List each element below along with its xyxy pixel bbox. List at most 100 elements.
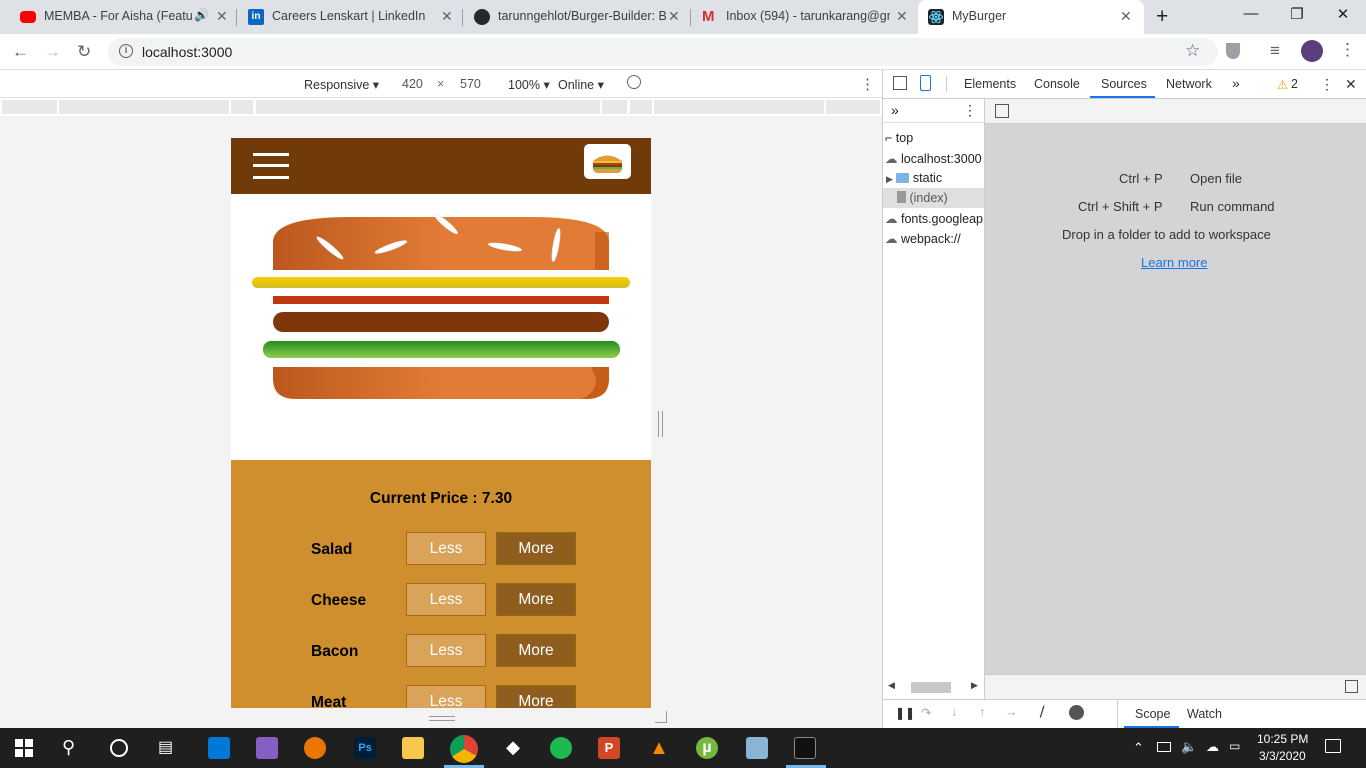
tab-console[interactable]: Console: [1034, 77, 1080, 91]
toggle-debugger-icon[interactable]: [1345, 680, 1358, 693]
close-window-button[interactable]: ✕: [1320, 5, 1366, 23]
step-icon[interactable]: →: [1005, 705, 1018, 719]
horizontal-scrollbar[interactable]: [911, 682, 951, 693]
navigator-menu-icon[interactable]: ⋮: [963, 102, 977, 119]
reload-icon[interactable]: ↻: [77, 42, 91, 62]
address-bar[interactable]: i localhost:3000: [108, 38, 1218, 66]
more-meat-button[interactable]: More: [496, 685, 576, 708]
tree-item-top[interactable]: ⌐ top: [885, 131, 913, 145]
clock-time[interactable]: 10:25 PM: [1257, 732, 1308, 746]
pause-on-exceptions-icon[interactable]: [1069, 705, 1084, 720]
notifications-icon[interactable]: [1325, 739, 1341, 753]
height-input[interactable]: 570: [460, 77, 481, 91]
tray-chevron-icon[interactable]: ⌃: [1133, 740, 1144, 756]
width-input[interactable]: 420: [402, 77, 423, 91]
back-icon[interactable]: ←: [12, 42, 29, 62]
new-tab-button[interactable]: +: [1156, 5, 1168, 29]
rotate-icon[interactable]: [627, 75, 641, 89]
battery-icon[interactable]: [1157, 742, 1171, 752]
device-options-icon[interactable]: ⋮: [860, 75, 875, 93]
tree-item-index[interactable]: (index): [883, 188, 984, 208]
app-icon[interactable]: [746, 737, 768, 759]
zoom-select[interactable]: 100% ▾: [508, 77, 550, 92]
network-icon[interactable]: ▭: [1229, 739, 1240, 753]
cortana-icon[interactable]: [110, 739, 128, 757]
tab-gmail[interactable]: M Inbox (594) - tarunkarang@gm ✕: [682, 0, 918, 34]
url-text[interactable]: localhost:3000: [142, 44, 232, 60]
tab-sources[interactable]: Sources: [1101, 77, 1147, 91]
throttle-select[interactable]: Online ▾: [558, 77, 604, 92]
menu-kebab-icon[interactable]: ⋮: [1339, 40, 1356, 60]
search-icon[interactable]: ⚲: [62, 737, 84, 759]
blender-icon[interactable]: [304, 737, 326, 759]
scroll-left-icon[interactable]: ◀: [888, 680, 895, 691]
tree-item-localhost[interactable]: ☁ localhost:3000: [885, 151, 982, 166]
media-query-bar[interactable]: [0, 98, 882, 116]
tree-item-static[interactable]: ▶ static: [886, 171, 942, 185]
task-view-icon[interactable]: ▤: [158, 737, 180, 759]
media-control-icon[interactable]: ≡: [1270, 41, 1280, 61]
devtools-close-icon[interactable]: ✕: [1345, 76, 1357, 93]
scroll-right-icon[interactable]: ▶: [971, 680, 978, 691]
less-cheese-button[interactable]: Less: [406, 583, 486, 616]
corner-resize-handle[interactable]: [655, 711, 667, 723]
device-toggle-icon[interactable]: [920, 75, 931, 91]
warning-count[interactable]: 2: [1291, 77, 1298, 91]
step-out-icon[interactable]: ↑: [979, 705, 985, 719]
unity-icon[interactable]: ◆: [502, 737, 524, 759]
deactivate-breakpoints-icon[interactable]: ⧸: [1040, 705, 1044, 720]
windows-start-icon[interactable]: [14, 738, 34, 758]
visual-studio-icon[interactable]: [256, 737, 278, 759]
pause-icon[interactable]: ❚❚: [895, 706, 915, 720]
tab-close-icon[interactable]: ✕: [896, 8, 908, 25]
more-tabs-icon[interactable]: »: [1232, 75, 1240, 91]
tab-close-icon[interactable]: ✕: [216, 8, 228, 25]
maximize-button[interactable]: ❐: [1274, 5, 1320, 23]
toggle-navigator-icon[interactable]: [995, 104, 1009, 118]
volume-icon[interactable]: 🔈: [1181, 739, 1197, 755]
device-select[interactable]: Responsive ▾: [304, 77, 379, 92]
tab-close-icon[interactable]: ✕: [1120, 8, 1132, 25]
devtools-menu-icon[interactable]: ⋮: [1320, 76, 1334, 93]
tab-close-icon[interactable]: ✕: [668, 8, 680, 25]
less-meat-button[interactable]: Less: [406, 685, 486, 708]
spotify-icon[interactable]: [550, 737, 572, 759]
width-resize-handle[interactable]: [658, 411, 663, 437]
minimize-button[interactable]: —: [1228, 5, 1274, 22]
less-bacon-button[interactable]: Less: [406, 634, 486, 667]
more-cheese-button[interactable]: More: [496, 583, 576, 616]
vlc-icon[interactable]: ▲: [648, 737, 670, 759]
photoshop-icon[interactable]: Ps: [354, 737, 376, 759]
tab-scope[interactable]: Scope: [1135, 707, 1170, 721]
clock-date[interactable]: 3/3/2020: [1259, 749, 1306, 763]
tab-github[interactable]: tarunngehlot/Burger-Builder: B ✕: [454, 0, 690, 34]
onedrive-icon[interactable]: ☁: [1206, 739, 1219, 755]
tab-youtube[interactable]: MEMBA - For Aisha (Featu 🔊 ✕: [0, 0, 236, 34]
tab-close-icon[interactable]: ✕: [441, 8, 453, 25]
height-resize-handle[interactable]: [429, 716, 455, 721]
more-bacon-button[interactable]: More: [496, 634, 576, 667]
tab-myburger[interactable]: MyBurger ✕: [918, 0, 1144, 34]
navigator-more-icon[interactable]: »: [891, 102, 899, 118]
more-salad-button[interactable]: More: [496, 532, 576, 565]
forward-icon[interactable]: →: [44, 42, 61, 62]
info-icon[interactable]: i: [119, 44, 133, 58]
tab-watch[interactable]: Watch: [1187, 707, 1222, 721]
burger-logo-icon[interactable]: [584, 144, 631, 179]
edge-icon[interactable]: [208, 737, 230, 759]
shield-extension-icon[interactable]: [1226, 43, 1240, 59]
chrome-icon[interactable]: [450, 735, 478, 763]
tab-network[interactable]: Network: [1166, 77, 1212, 91]
powerpoint-icon[interactable]: P: [598, 737, 620, 759]
file-explorer-icon[interactable]: [402, 737, 424, 759]
tab-linkedin[interactable]: in Careers Lenskart | LinkedIn ✕: [228, 0, 464, 34]
terminal-icon[interactable]: [794, 737, 816, 759]
star-icon[interactable]: ☆: [1185, 41, 1200, 61]
step-into-icon[interactable]: ↓: [951, 705, 957, 719]
step-over-icon[interactable]: ↷: [921, 705, 931, 720]
less-salad-button[interactable]: Less: [406, 532, 486, 565]
inspect-element-icon[interactable]: [893, 76, 907, 90]
warning-icon[interactable]: ⚠: [1277, 77, 1288, 92]
avatar[interactable]: [1301, 40, 1323, 62]
tab-elements[interactable]: Elements: [964, 77, 1016, 91]
